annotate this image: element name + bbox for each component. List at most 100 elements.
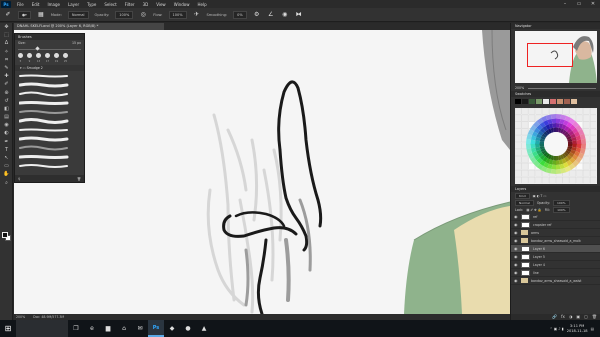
history-brush-icon[interactable]: ↺ (0, 97, 13, 105)
store-icon[interactable]: ⌂ (116, 320, 132, 337)
menu-3d[interactable]: 3D (139, 2, 153, 7)
layer-row[interactable]: ◉ cropster ref (511, 221, 600, 229)
brush-stroke-preview[interactable] (15, 134, 84, 143)
symmetry-icon[interactable]: ⧓ (295, 11, 303, 19)
move-icon[interactable]: ✥ (0, 23, 13, 31)
recent-swatch[interactable] (536, 99, 542, 104)
clone-stamp-icon[interactable]: ⊕ (0, 89, 13, 97)
brush-preset-picker[interactable]: ●▾ (18, 10, 31, 19)
start-button-icon[interactable]: ⊞ (0, 320, 16, 337)
eraser-icon[interactable]: ◧ (0, 105, 13, 113)
opacity-field[interactable]: 100% (115, 10, 134, 19)
layer-row[interactable]: ◉ Layer 6 (511, 245, 600, 253)
layer-blend-mode[interactable]: Normal (515, 199, 534, 206)
type-icon[interactable]: T (0, 146, 13, 154)
minimize-icon[interactable]: – (558, 0, 572, 8)
app-icon-7[interactable]: ◆ (164, 320, 180, 337)
marquee-icon[interactable]: ⬚ (0, 31, 13, 39)
menu-view[interactable]: View (152, 2, 170, 7)
brush-stroke-preview[interactable] (15, 89, 84, 98)
menu-help[interactable]: Help (193, 2, 210, 7)
brush-delete-icon[interactable]: 🗑 (77, 177, 81, 181)
layer-fill-value[interactable]: 100% (553, 206, 570, 213)
brush-tip-2[interactable] (27, 53, 32, 58)
recent-swatch[interactable] (571, 99, 577, 104)
document-tab[interactable]: DNAHL SKELFLand @ 200% (Layer 6, RGB/8) … (14, 23, 164, 30)
pressure-size-icon[interactable]: ◉ (281, 11, 289, 19)
app-icon-9[interactable]: ▲ (196, 320, 212, 337)
navigator-zoom-value[interactable]: 200% (515, 86, 524, 90)
document-canvas[interactable] (14, 30, 510, 314)
brush-tool-icon[interactable]: ✐ (4, 11, 12, 19)
crop-icon[interactable]: ⌗ (0, 56, 13, 64)
visibility-eye-icon[interactable]: ◉ (514, 246, 518, 251)
recent-swatch[interactable] (543, 99, 549, 104)
brush-stroke-preview[interactable] (15, 116, 84, 125)
menu-layer[interactable]: Layer (64, 2, 83, 7)
smoothing-field[interactable]: 0% (233, 10, 247, 19)
tray-icons[interactable]: ⌃ ▣ ♪ ▮ (550, 327, 564, 331)
maximize-icon[interactable]: ▭ (572, 0, 586, 8)
menu-select[interactable]: Select (100, 2, 120, 7)
recent-swatch[interactable] (529, 99, 535, 104)
menu-filter[interactable]: Filter (121, 2, 139, 7)
brush-stroke-preview[interactable] (15, 143, 84, 152)
taskbar-search-box[interactable] (16, 320, 68, 337)
pressure-opacity-icon[interactable]: ◎ (139, 11, 147, 19)
menu-type[interactable]: Type (83, 2, 100, 7)
navigator-view-box[interactable] (527, 43, 573, 67)
dodge-icon[interactable]: ◐ (0, 129, 13, 137)
foreground-color-swatch[interactable] (2, 232, 8, 238)
visibility-eye-icon[interactable]: ◉ (514, 238, 518, 243)
menu-edit[interactable]: Edit (28, 2, 44, 7)
visibility-eye-icon[interactable]: ◉ (514, 254, 518, 259)
mode-select[interactable]: Normal (67, 10, 89, 19)
layer-row[interactable]: ◉ arms (511, 229, 600, 237)
brush-size-value[interactable]: 15 px (72, 41, 81, 45)
photoshop-icon[interactable]: Ps (148, 320, 164, 337)
brush-search-icon[interactable]: ⚲ (18, 177, 20, 181)
color-wheel-panel[interactable] (515, 108, 597, 184)
layer-row[interactable]: ◉ Layer 5 (511, 253, 600, 261)
brush-tip-4[interactable] (45, 53, 50, 58)
flow-field[interactable]: 100% (168, 10, 187, 19)
recent-swatch[interactable] (557, 99, 563, 104)
recent-swatch[interactable] (522, 99, 528, 104)
layer-kind-filter[interactable]: Kind (515, 192, 530, 199)
layer-filter-icons[interactable]: ▣ ◐ T ▭ (533, 194, 547, 198)
layer-row[interactable]: ◉ ref (511, 213, 600, 221)
visibility-eye-icon[interactable]: ◉ (514, 222, 518, 227)
brush-size-slider[interactable] (18, 46, 81, 51)
brush-icon[interactable]: ✐ (0, 80, 13, 88)
visibility-eye-icon[interactable]: ◉ (514, 262, 518, 267)
angle-icon[interactable]: ∠ (267, 11, 275, 19)
layer-row[interactable]: ◉ bandaz_arms_sheasaid_a_waist (511, 277, 600, 285)
mail-icon[interactable]: ✉ (132, 320, 148, 337)
brush-stroke-preview[interactable] (15, 161, 84, 170)
brush-settings-toggle-icon[interactable]: ▦ (37, 11, 45, 19)
brush-stroke-preview[interactable] (15, 107, 84, 116)
color-wheel[interactable] (515, 108, 597, 184)
menu-window[interactable]: Window (170, 2, 194, 7)
brush-tip-5[interactable] (54, 53, 59, 58)
recent-swatch[interactable] (550, 99, 556, 104)
notifications-icon[interactable]: ▤ (591, 327, 594, 331)
brush-stroke-preview[interactable] (15, 152, 84, 161)
brush-tip-3[interactable] (36, 53, 41, 58)
visibility-eye-icon[interactable]: ◉ (514, 270, 518, 275)
blur-icon[interactable]: ◉ (0, 121, 13, 129)
recent-swatch[interactable] (564, 99, 570, 104)
visibility-eye-icon[interactable]: ◉ (514, 230, 518, 235)
pen-icon[interactable]: ✒ (0, 138, 13, 146)
path-select-icon[interactable]: ↖ (0, 154, 13, 162)
brush-tip-1[interactable] (18, 53, 23, 58)
brush-tip-6[interactable] (63, 53, 68, 58)
layer-row[interactable]: ◉ Layer 4 (511, 261, 600, 269)
brush-stroke-preview[interactable] (15, 98, 84, 107)
menu-image[interactable]: Image (43, 2, 64, 7)
layer-row[interactable]: ◉ bandaz_arms_sheasaid_a_molk (511, 237, 600, 245)
brush-stroke-preview[interactable] (15, 125, 84, 134)
navigator-zoom-slider[interactable] (528, 87, 596, 89)
close-icon[interactable]: ✕ (586, 0, 600, 8)
hand-icon[interactable]: ✋ (0, 170, 13, 178)
